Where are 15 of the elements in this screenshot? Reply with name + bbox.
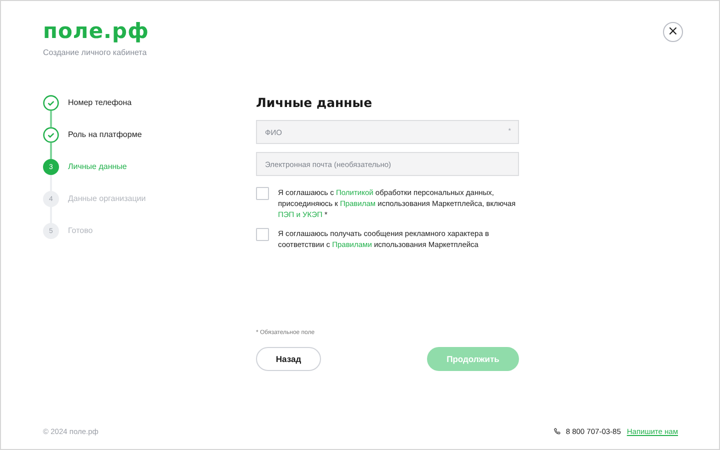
back-button[interactable]: Назад	[256, 347, 321, 371]
step-label: Роль на платформе	[68, 129, 142, 141]
close-button[interactable]: ×	[663, 22, 683, 42]
step-label: Личные данные	[68, 161, 127, 173]
step-label: Готово	[68, 225, 93, 237]
form-title: Личные данные	[256, 95, 374, 111]
step-label: Данные организации	[68, 193, 146, 205]
step-label: Номер телефона	[68, 97, 132, 109]
checkbox[interactable]	[256, 228, 269, 241]
check-icon	[43, 127, 59, 143]
check-icon	[43, 95, 59, 111]
subtitle: Создание личного кабинета	[43, 48, 148, 57]
logo: поле.рф	[43, 19, 149, 43]
phone-icon	[552, 426, 562, 436]
checkbox[interactable]	[256, 187, 269, 200]
